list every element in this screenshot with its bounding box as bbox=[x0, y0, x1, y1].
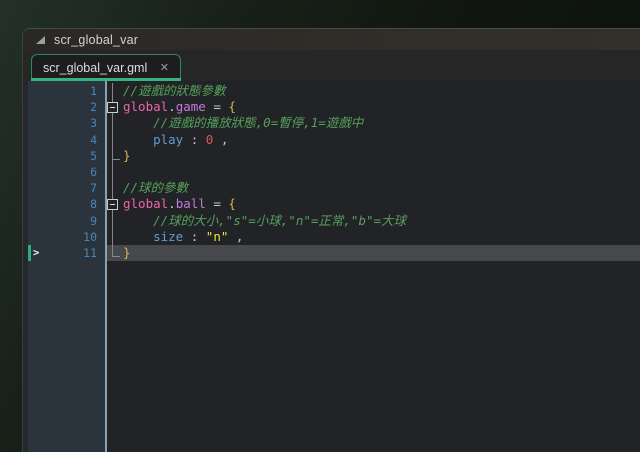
code-line bbox=[107, 164, 640, 180]
token-str: "n" bbox=[206, 229, 229, 244]
token-comment: //遊戲的狀態參數 bbox=[123, 83, 226, 98]
code-line: global.game = { bbox=[107, 99, 640, 115]
token-op: . bbox=[168, 196, 176, 211]
token-prop: size bbox=[153, 229, 183, 244]
collapse-triangle-icon[interactable] bbox=[36, 36, 45, 44]
token-brace: } bbox=[123, 245, 131, 260]
token-brace: } bbox=[123, 148, 131, 163]
code-line: //遊戲的狀態參數 bbox=[107, 83, 640, 99]
minus-glyph bbox=[110, 204, 115, 205]
code-line: size : "n" , bbox=[107, 229, 640, 245]
code-line: } bbox=[107, 245, 640, 261]
line-number: 8 bbox=[28, 196, 97, 212]
line-number: 4 bbox=[28, 132, 97, 148]
token-plain bbox=[123, 229, 153, 244]
editor-region: 1234567891011> //遊戲的狀態參數global.game = { … bbox=[23, 81, 640, 452]
line-number: 9 bbox=[28, 213, 97, 229]
token-brace: { bbox=[228, 196, 236, 211]
tab-close-icon[interactable]: ✕ bbox=[160, 63, 169, 74]
fold-marker-collapse[interactable] bbox=[107, 102, 118, 113]
tab-bar: scr_global_var.gml ✕ bbox=[23, 50, 640, 81]
token-prop: play bbox=[153, 132, 183, 147]
token-op: = bbox=[206, 99, 229, 114]
line-number: 10 bbox=[28, 229, 97, 245]
token-op: : bbox=[183, 132, 206, 147]
window-title-bar[interactable]: scr_global_var bbox=[23, 29, 640, 50]
line-number-gutter[interactable]: 1234567891011> bbox=[28, 81, 105, 452]
tab-label: scr_global_var.gml bbox=[43, 61, 147, 75]
token-op: , bbox=[213, 132, 228, 147]
code-line: //球的參數 bbox=[107, 180, 640, 196]
line-number: 1 bbox=[28, 83, 97, 99]
token-comment: //球的參數 bbox=[123, 180, 188, 195]
script-editor-window: scr_global_var scr_global_var.gml ✕ 1234… bbox=[22, 28, 640, 452]
token-op: = bbox=[206, 196, 229, 211]
token-plain bbox=[123, 132, 153, 147]
window-title: scr_global_var bbox=[54, 33, 138, 47]
token-member: game bbox=[176, 99, 206, 114]
code-line: global.ball = { bbox=[107, 196, 640, 212]
line-number: 6 bbox=[28, 164, 97, 180]
line-number: 5 bbox=[28, 148, 97, 164]
token-keyword: global bbox=[123, 196, 168, 211]
token-op: : bbox=[183, 229, 206, 244]
token-comment: //球的大小,"s"=小球,"n"=正常,"b"=大球 bbox=[123, 213, 406, 228]
code-line: //球的大小,"s"=小球,"n"=正常,"b"=大球 bbox=[107, 213, 640, 229]
code-line: } bbox=[107, 148, 640, 164]
fold-marker-collapse[interactable] bbox=[107, 199, 118, 210]
tab-scr-global-var-gml[interactable]: scr_global_var.gml ✕ bbox=[31, 54, 181, 81]
chevron-right-icon: > bbox=[33, 245, 39, 261]
token-member: ball bbox=[176, 196, 206, 211]
line-number: 2 bbox=[28, 99, 97, 115]
indicator-bar bbox=[28, 245, 31, 261]
code-line: play : 0 , bbox=[107, 132, 640, 148]
code-line: //遊戲的播放狀態,0=暫停,1=遊戲中 bbox=[107, 115, 640, 131]
token-op: , bbox=[228, 229, 243, 244]
line-number: 7 bbox=[28, 180, 97, 196]
line-number: 3 bbox=[28, 115, 97, 131]
minus-glyph bbox=[110, 107, 115, 108]
token-comment: //遊戲的播放狀態,0=暫停,1=遊戲中 bbox=[123, 115, 363, 130]
token-keyword: global bbox=[123, 99, 168, 114]
current-position-indicator: > bbox=[28, 245, 52, 261]
code-editor-area[interactable]: //遊戲的狀態參數global.game = { //遊戲的播放狀態,0=暫停,… bbox=[107, 81, 640, 452]
desktop-background: scr_global_var scr_global_var.gml ✕ 1234… bbox=[0, 0, 640, 452]
token-brace: { bbox=[228, 99, 236, 114]
token-op: . bbox=[168, 99, 176, 114]
